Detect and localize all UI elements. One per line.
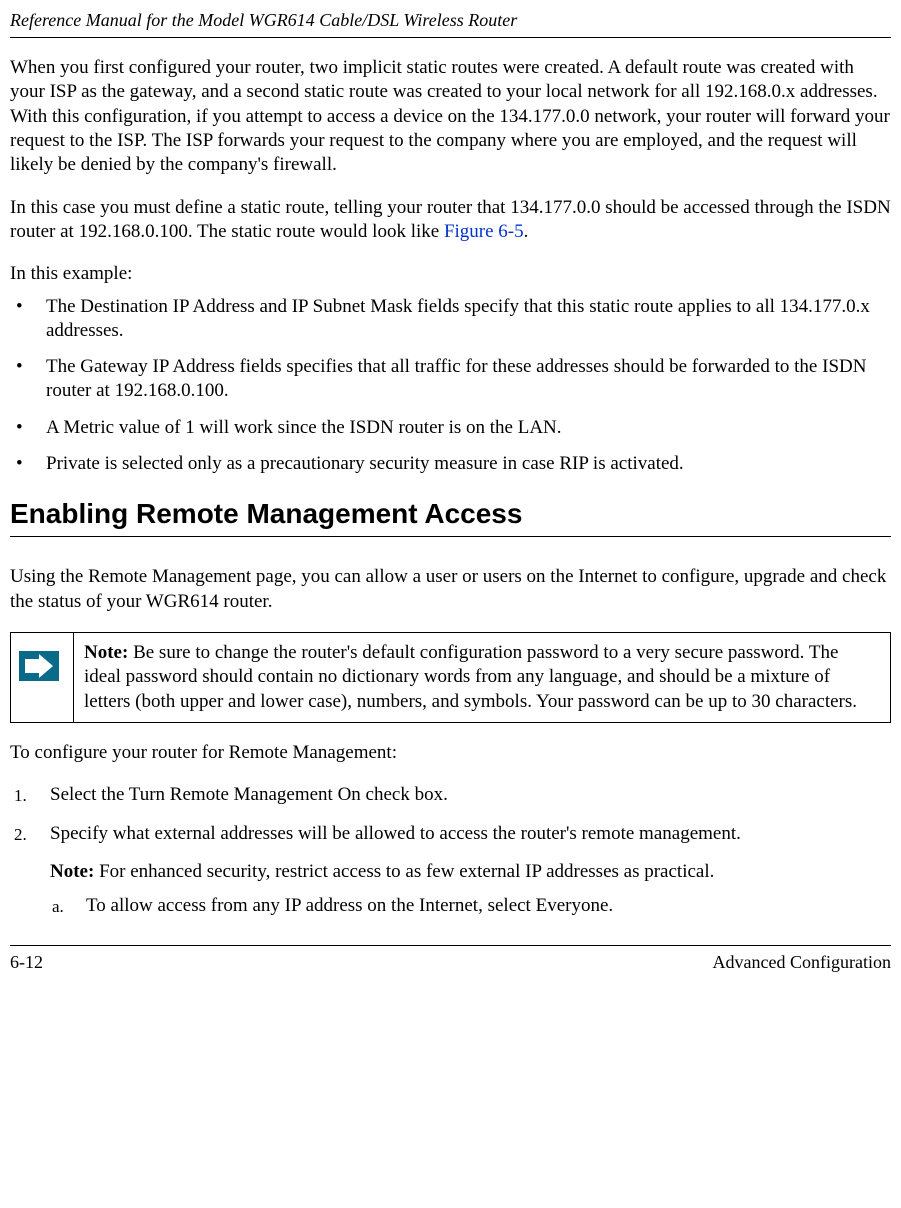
note-icon-cell — [11, 633, 74, 723]
figure-reference-link[interactable]: Figure 6-5 — [444, 221, 524, 242]
section-intro-paragraph: Using the Remote Management page, you ca… — [10, 565, 891, 614]
list-item: Specify what external addresses will be … — [10, 822, 891, 846]
list-item: The Gateway IP Address fields specifies … — [10, 355, 891, 404]
example-bullet-list: The Destination IP Address and IP Subnet… — [10, 295, 891, 477]
note-body-text: Be sure to change the router's default c… — [84, 642, 857, 712]
note-callout: Note: Be sure to change the router's def… — [10, 632, 891, 723]
arrow-right-icon — [19, 651, 59, 681]
list-item: A Metric value of 1 will work since the … — [10, 416, 891, 440]
list-item: The Destination IP Address and IP Subnet… — [10, 295, 891, 344]
alpha-steps-list: To allow access from any IP address on t… — [50, 894, 891, 918]
body-paragraph-1: When you first configured your router, t… — [10, 56, 891, 178]
note-text-cell: Note: Be sure to change the router's def… — [74, 633, 891, 723]
list-item: Select the Turn Remote Management On che… — [10, 783, 891, 807]
list-item: To allow access from any IP address on t… — [50, 894, 891, 918]
section-heading: Enabling Remote Management Access — [10, 498, 891, 530]
note-label: Note: — [84, 642, 128, 663]
inline-note-text: For enhanced security, restrict access t… — [94, 861, 714, 882]
body-paragraph-2: In this case you must define a static ro… — [10, 196, 891, 245]
footer-rule — [10, 945, 891, 946]
page-footer: 6-12 Advanced Configuration — [10, 952, 891, 985]
in-this-example-label: In this example: — [10, 262, 891, 286]
section-rule — [10, 536, 891, 537]
page-number: 6-12 — [10, 952, 43, 973]
running-header: Reference Manual for the Model WGR614 Ca… — [10, 10, 891, 31]
list-item: Private is selected only as a precaution… — [10, 452, 891, 476]
inline-note: Note: For enhanced security, restrict ac… — [50, 860, 891, 884]
body-paragraph-2-text-b: . — [524, 221, 529, 242]
footer-section-name: Advanced Configuration — [713, 952, 891, 973]
numbered-steps-list: Select the Turn Remote Management On che… — [10, 783, 891, 846]
inline-note-label: Note: — [50, 861, 94, 882]
configure-intro: To configure your router for Remote Mana… — [10, 741, 891, 765]
header-rule — [10, 37, 891, 38]
